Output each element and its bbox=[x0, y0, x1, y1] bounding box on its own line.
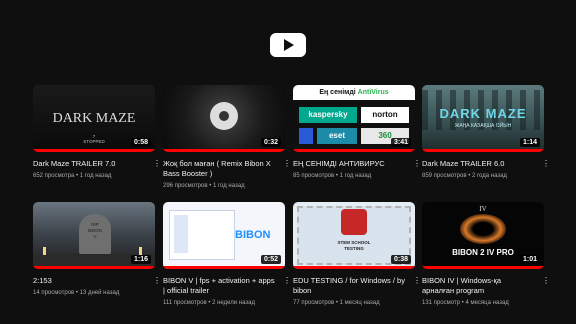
video-duration: 1:16 bbox=[130, 255, 151, 264]
thumbnail-caption: STEM SCHOOL TESTING bbox=[337, 240, 371, 251]
video-meta: 131 просмотр • 4 месяца назад bbox=[422, 300, 509, 306]
watch-progress-bar bbox=[33, 266, 155, 269]
watch-progress-bar bbox=[33, 149, 155, 152]
upload-age: 1 месяц назад bbox=[339, 300, 380, 306]
norton-logo: norton bbox=[361, 107, 409, 123]
video-meta: 111 просмотров • 2 недели назад bbox=[163, 300, 255, 306]
candle-icon bbox=[139, 247, 142, 255]
video-duration: 1:14 bbox=[519, 138, 540, 147]
app-window-preview bbox=[169, 210, 235, 260]
stem-school-logo-icon bbox=[341, 209, 367, 235]
youtube-play-icon bbox=[284, 39, 294, 51]
video-duration: 0:38 bbox=[390, 255, 411, 264]
upload-age: 2 недели назад bbox=[212, 300, 255, 306]
black-hole-graphic bbox=[460, 214, 506, 244]
more-options-icon[interactable]: ⋮ bbox=[413, 159, 421, 169]
thumbnail-title-text: DARK MAZE bbox=[52, 111, 136, 126]
upload-age: 1 год назад bbox=[79, 173, 112, 179]
video-thumbnail[interactable]: DARK MAZE ЖАҢА КАЗАҚША ОЙЫН 1:14 bbox=[422, 85, 544, 152]
header-text: Ең сенімді bbox=[319, 89, 358, 96]
video-title[interactable]: BIBON V | fps + activation + apps | offi… bbox=[163, 276, 275, 296]
video-duration: 1:01 bbox=[519, 255, 540, 264]
view-count: 131 просмотр bbox=[422, 300, 461, 306]
video-meta: 85 просмотров • 1 год назад bbox=[293, 173, 372, 179]
upload-age: 13 дней назад bbox=[79, 290, 120, 296]
view-count: 14 просмотров bbox=[33, 290, 75, 296]
thumbnail-title-text: DARK MAZE bbox=[439, 106, 527, 121]
watch-progress-bar bbox=[163, 266, 285, 269]
upload-age: 1 год назад bbox=[212, 183, 245, 189]
eset-logo: eset bbox=[317, 128, 357, 144]
album-disc-icon bbox=[210, 102, 238, 130]
video-title[interactable]: EDU TESTING / for Windows / by bibon bbox=[293, 276, 405, 296]
video-thumbnail[interactable]: STEM SCHOOL TESTING 0:38 bbox=[293, 202, 415, 269]
more-options-icon[interactable]: ⋮ bbox=[283, 159, 291, 169]
view-count: 859 просмотров bbox=[422, 173, 467, 179]
video-title[interactable]: BIBON IV | Windows-қа арналған program bbox=[422, 276, 534, 296]
video-thumbnail[interactable]: RIP BIBON V 1:16 bbox=[33, 202, 155, 269]
video-meta: 652 просмотра • 1 год назад bbox=[33, 173, 112, 179]
more-options-icon[interactable]: ⋮ bbox=[542, 276, 550, 286]
upload-age: 1 год назад bbox=[339, 173, 372, 179]
video-meta: 296 просмотров • 1 год назад bbox=[163, 183, 245, 189]
video-thumbnail[interactable]: Ең сенімді AntiVirus kaspersky norton es… bbox=[293, 85, 415, 152]
thumbnail-brand-text: BIBON bbox=[235, 229, 271, 241]
youtube-logo[interactable] bbox=[270, 33, 306, 57]
thumbnail-numeral: IV bbox=[479, 205, 487, 213]
video-thumbnail[interactable]: 0:32 bbox=[163, 85, 285, 152]
video-duration: 0:52 bbox=[260, 255, 281, 264]
watch-progress-bar bbox=[293, 266, 415, 269]
video-duration: 3:41 bbox=[390, 138, 411, 147]
candle-icon bbox=[43, 247, 46, 255]
thumbnail-header: Ең сенімді AntiVirus bbox=[293, 85, 415, 100]
watch-progress-bar bbox=[293, 149, 415, 152]
video-title[interactable]: 2:153 bbox=[33, 276, 145, 286]
more-options-icon[interactable]: ⋮ bbox=[153, 159, 161, 169]
upload-age: 2 года назад bbox=[471, 173, 507, 179]
video-title[interactable]: Dark Maze TRAILER 7.0 bbox=[33, 159, 145, 169]
video-meta: 859 просмотров • 2 года назад bbox=[422, 173, 507, 179]
malwarebytes-logo-icon bbox=[299, 128, 313, 144]
video-title[interactable]: Жоқ бол маған ( Remix Bibon X Bass Boost… bbox=[163, 159, 275, 179]
more-options-icon[interactable]: ⋮ bbox=[413, 276, 421, 286]
view-count: 85 просмотров bbox=[293, 173, 335, 179]
kaspersky-logo: kaspersky bbox=[299, 107, 357, 123]
watch-progress-bar bbox=[163, 149, 285, 152]
view-count: 77 просмотров bbox=[293, 300, 335, 306]
view-count: 652 просмотра bbox=[33, 173, 75, 179]
video-meta: 77 просмотров • 1 месяц назад bbox=[293, 300, 380, 306]
tombstone-text: RIP BIBON V bbox=[87, 222, 102, 239]
more-options-icon[interactable]: ⋮ bbox=[542, 159, 550, 169]
video-duration: 0:32 bbox=[260, 138, 281, 147]
view-count: 296 просмотров bbox=[163, 183, 208, 189]
video-thumbnail[interactable]: DARK MAZE 7 STOPPED 0:58 bbox=[33, 85, 155, 152]
tombstone: RIP BIBON V bbox=[79, 214, 111, 254]
view-count: 111 просмотров bbox=[163, 300, 207, 306]
thumbnail-subtitle-text: ЖАҢА КАЗАҚША ОЙЫН bbox=[454, 123, 512, 129]
video-meta: 14 просмотров • 13 дней назад bbox=[33, 290, 120, 296]
header-accent: AntiVirus bbox=[357, 89, 389, 96]
upload-age: 4 месяца назад bbox=[465, 300, 509, 306]
video-title[interactable]: Dark Maze TRAILER 6.0 bbox=[422, 159, 534, 169]
video-title[interactable]: ЕҢ СЕНІМДІ АНТИВИРУС bbox=[293, 159, 405, 169]
watch-progress-bar bbox=[422, 266, 544, 269]
more-options-icon[interactable]: ⋮ bbox=[153, 276, 161, 286]
video-thumbnail[interactable]: IV BIBON 2 IV PRO 1:01 bbox=[422, 202, 544, 269]
more-options-icon[interactable]: ⋮ bbox=[283, 276, 291, 286]
video-thumbnail[interactable]: BIBON 0:52 bbox=[163, 202, 285, 269]
video-duration: 0:58 bbox=[130, 138, 151, 147]
watch-progress-bar bbox=[422, 149, 544, 152]
